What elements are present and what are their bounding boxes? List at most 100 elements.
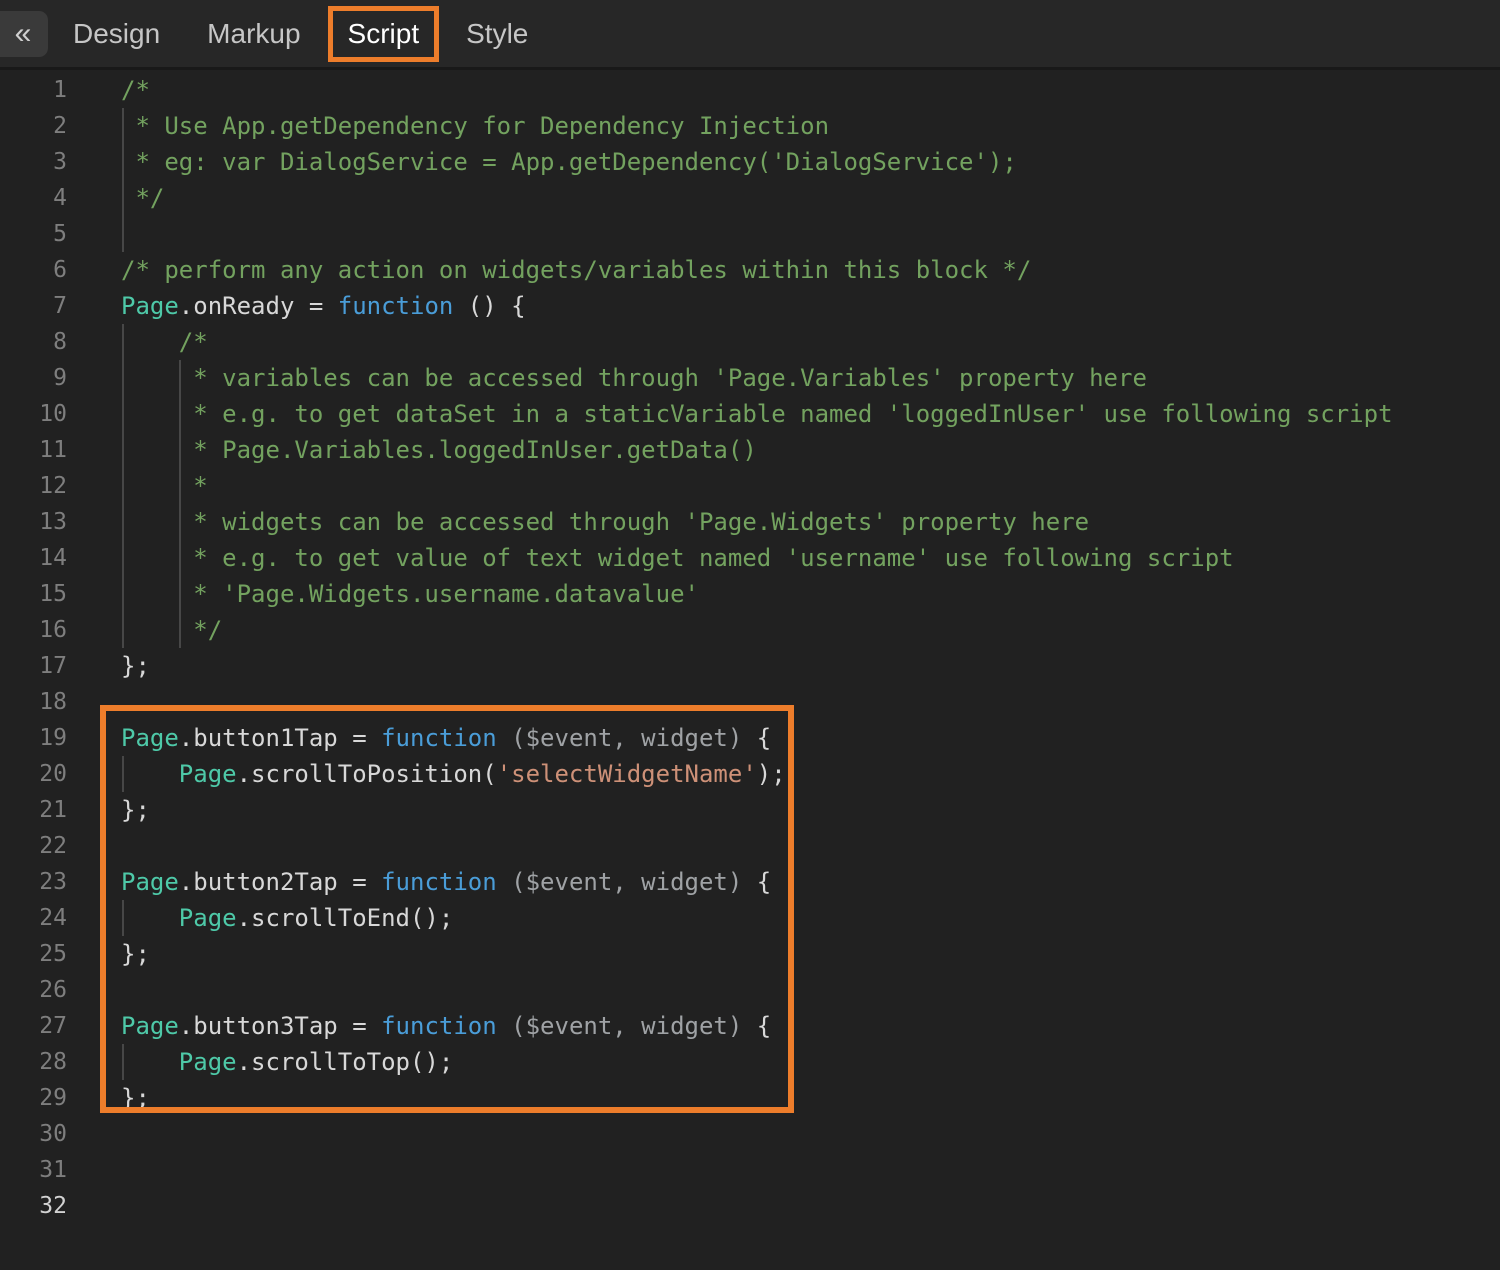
line-number[interactable]: 16 (0, 612, 67, 648)
line-number[interactable]: 9 (0, 360, 67, 396)
code-text: Page.onReady = function () { (121, 288, 526, 324)
code-text: }; (121, 648, 150, 684)
line-number[interactable]: 25 (0, 936, 67, 972)
code-line[interactable]: 22 (0, 828, 1500, 864)
code-line[interactable]: 17}; (0, 648, 1500, 684)
code-text: * eg: var DialogService = App.getDepende… (121, 144, 1017, 180)
code-line[interactable]: 4 */ (0, 180, 1500, 216)
code-text: Page.button2Tap = function ($event, widg… (121, 864, 771, 900)
code-line[interactable]: 7 Page.onReady = function () { (0, 288, 1500, 324)
line-number[interactable]: 5 (0, 216, 67, 252)
line-number[interactable]: 6 (0, 252, 67, 288)
line-number[interactable]: 3 (0, 144, 67, 180)
code-text: */ (121, 612, 222, 648)
line-number[interactable]: 28 (0, 1044, 67, 1080)
code-line[interactable]: 31 (0, 1152, 1500, 1188)
code-line[interactable]: 1 /* (0, 72, 1500, 108)
line-number[interactable]: 8 (0, 324, 67, 360)
chevron-double-left-icon: « (15, 17, 32, 50)
code-line[interactable]: 26 (0, 972, 1500, 1008)
code-text: */ (121, 180, 164, 216)
code-line[interactable]: 16 */ (0, 612, 1500, 648)
line-number[interactable]: 32 (0, 1188, 67, 1224)
code-text: Page.scrollToTop(); (121, 1044, 453, 1080)
code-line[interactable]: 32 (0, 1188, 1500, 1224)
code-text: * Use App.getDependency for Dependency I… (121, 108, 829, 144)
code-line[interactable]: 23 Page.button2Tap = function ($event, wi… (0, 864, 1500, 900)
code-line[interactable]: 12 * (0, 468, 1500, 504)
editor-header: « Design Markup Script Style (0, 0, 1500, 70)
code-text: * e.g. to get value of text widget named… (121, 540, 1234, 576)
code-line[interactable]: 18 (0, 684, 1500, 720)
code-line[interactable]: 9 * variables can be accessed through 'P… (0, 360, 1500, 396)
code-line[interactable]: 14 * e.g. to get value of text widget na… (0, 540, 1500, 576)
tab-style[interactable]: Style (466, 18, 528, 50)
line-number[interactable]: 22 (0, 828, 67, 864)
line-number[interactable]: 12 (0, 468, 67, 504)
code-lines-container: 1/*2 * Use App.getDependency for Depende… (0, 72, 1500, 1224)
code-text: /* (121, 324, 208, 360)
tab-bar: Design Markup Script Style (73, 0, 575, 67)
code-line[interactable]: 19 Page.button1Tap = function ($event, wi… (0, 720, 1500, 756)
code-line[interactable]: 29}; (0, 1080, 1500, 1116)
line-number[interactable]: 13 (0, 504, 67, 540)
line-number[interactable]: 31 (0, 1152, 67, 1188)
code-line[interactable]: 27Page.button3Tap = function ($event, wi… (0, 1008, 1500, 1044)
code-text: }; (121, 1080, 150, 1116)
line-number[interactable]: 18 (0, 684, 67, 720)
line-number[interactable]: 7 (0, 288, 67, 324)
line-number[interactable]: 11 (0, 432, 67, 468)
code-line[interactable]: 28 Page.scrollToTop(); (0, 1044, 1500, 1080)
code-line[interactable]: 3 * eg: var DialogService = App.getDepen… (0, 144, 1500, 180)
collapse-panel-button[interactable]: « (0, 11, 48, 57)
code-line[interactable]: 15 * 'Page.Widgets.username.datavalue' (0, 576, 1500, 612)
code-text: Page.scrollToEnd(); (121, 900, 453, 936)
line-number[interactable]: 14 (0, 540, 67, 576)
line-number[interactable]: 29 (0, 1080, 67, 1116)
line-number[interactable]: 20 (0, 756, 67, 792)
line-number[interactable]: 17 (0, 648, 67, 684)
line-number[interactable]: 26 (0, 972, 67, 1008)
code-line[interactable]: 25}; (0, 936, 1500, 972)
code-text: /* perform any action on widgets/variabl… (121, 252, 1031, 288)
code-text: }; (121, 792, 150, 828)
line-number[interactable]: 15 (0, 576, 67, 612)
tab-markup[interactable]: Markup (207, 18, 300, 50)
code-text: Page.scrollToPosition('selectWidgetName'… (121, 756, 786, 792)
code-line[interactable]: 24 Page.scrollToEnd(); (0, 900, 1500, 936)
code-editor[interactable]: 1/*2 * Use App.getDependency for Depende… (0, 70, 1500, 1270)
line-number[interactable]: 24 (0, 900, 67, 936)
line-number[interactable]: 21 (0, 792, 67, 828)
code-line[interactable]: 11 * Page.Variables.loggedInUser.getData… (0, 432, 1500, 468)
line-number[interactable]: 4 (0, 180, 67, 216)
code-line[interactable]: 13 * widgets can be accessed through 'Pa… (0, 504, 1500, 540)
tab-design[interactable]: Design (73, 18, 160, 50)
code-text: * widgets can be accessed through 'Page.… (121, 504, 1089, 540)
indent-guide (122, 216, 124, 252)
tab-script[interactable]: Script (328, 6, 440, 62)
code-text: * Page.Variables.loggedInUser.getData() (121, 432, 757, 468)
code-line[interactable]: 30 (0, 1116, 1500, 1152)
code-text: * (121, 468, 208, 504)
code-text: * 'Page.Widgets.username.datavalue' (121, 576, 699, 612)
code-line[interactable]: 2 * Use App.getDependency for Dependency… (0, 108, 1500, 144)
code-line[interactable]: 5 (0, 216, 1500, 252)
code-text: }; (121, 936, 150, 972)
line-number[interactable]: 30 (0, 1116, 67, 1152)
code-line[interactable]: 21}; (0, 792, 1500, 828)
code-text: /* (121, 72, 150, 108)
code-text: Page.button1Tap = function ($event, widg… (121, 720, 771, 756)
script-editor-app: « DesignMarkupScriptStyle 1/*2 * Use App… (0, 0, 1500, 1270)
code-text: * variables can be accessed through 'Pag… (121, 360, 1147, 396)
code-text: * e.g. to get dataSet in a staticVariabl… (121, 396, 1393, 432)
line-number[interactable]: 10 (0, 396, 67, 432)
code-line[interactable]: 10 * e.g. to get dataSet in a staticVari… (0, 396, 1500, 432)
line-number[interactable]: 27 (0, 1008, 67, 1044)
code-line[interactable]: 8 /* (0, 324, 1500, 360)
line-number[interactable]: 1 (0, 72, 67, 108)
code-line[interactable]: 6 /* perform any action on widgets/variab… (0, 252, 1500, 288)
line-number[interactable]: 2 (0, 108, 67, 144)
line-number[interactable]: 19 (0, 720, 67, 756)
line-number[interactable]: 23 (0, 864, 67, 900)
code-line[interactable]: 20 Page.scrollToPosition('selectWidgetNa… (0, 756, 1500, 792)
